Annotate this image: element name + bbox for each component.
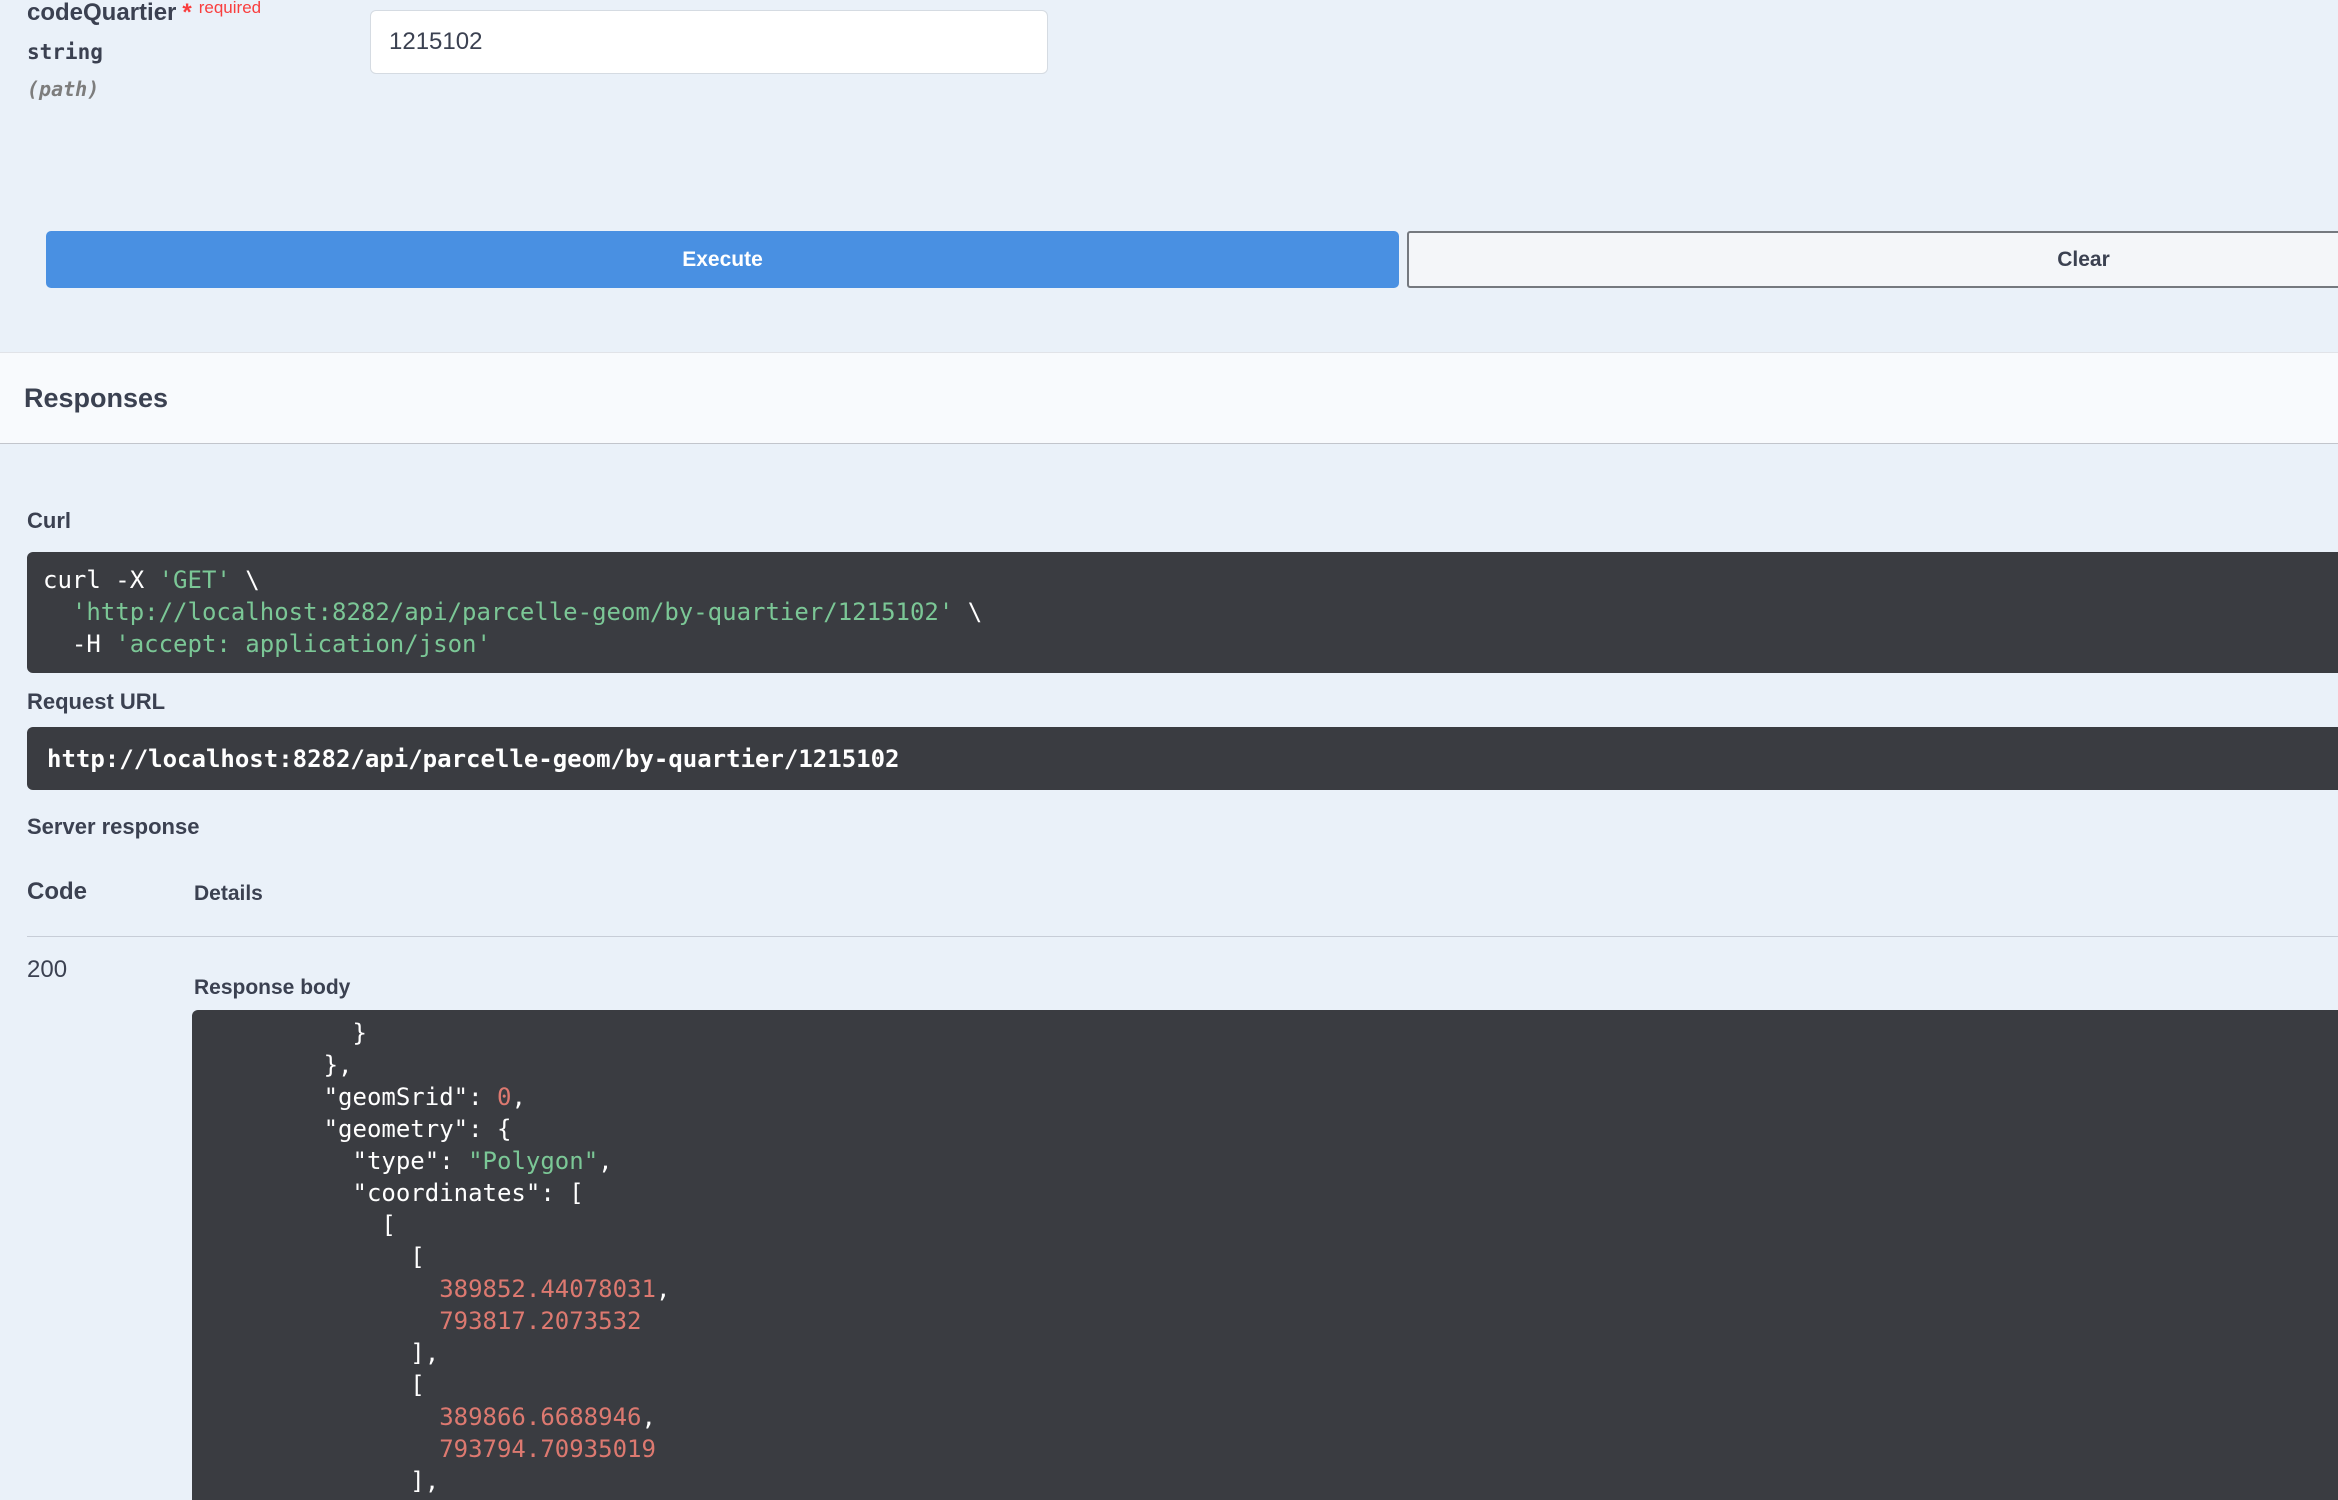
- response-status-code: 200: [27, 956, 68, 983]
- response-code-header: Code: [27, 878, 87, 905]
- swagger-operation-panel: codeQuartier* required string (path) Exec…: [0, 0, 2338, 1500]
- parameter-name: codeQuartier: [27, 0, 177, 26]
- request-url-value: http://localhost:8282/api/parcelle-geom/…: [47, 744, 900, 773]
- response-body-label: Response body: [194, 976, 351, 999]
- server-response-label: Server response: [27, 814, 200, 839]
- required-star: *: [182, 0, 192, 26]
- clear-button[interactable]: Clear: [1407, 231, 2338, 288]
- parameter-type: string: [27, 40, 103, 64]
- request-url-label: Request URL: [27, 689, 166, 714]
- execute-button[interactable]: Execute: [46, 231, 1399, 288]
- response-body-code[interactable]: } }, "geomSrid": 0, "geometry": { "type"…: [192, 1010, 2338, 1500]
- curl-code-block: curl -X 'GET' \ 'http://localhost:8282/a…: [27, 552, 2338, 673]
- code-quartier-input[interactable]: [370, 10, 1048, 74]
- responses-section-header: Responses: [0, 352, 2338, 444]
- table-header-divider: [27, 936, 2338, 937]
- curl-label: Curl: [27, 508, 71, 533]
- parameter-name-row: codeQuartier * required: [27, 0, 261, 30]
- response-details-header: Details: [194, 882, 263, 905]
- required-label: required: [198, 0, 262, 17]
- request-url-block: http://localhost:8282/api/parcelle-geom/…: [27, 727, 2338, 790]
- execute-button-label: Execute: [682, 247, 763, 271]
- parameter-location: (path): [27, 77, 100, 101]
- responses-title: Responses: [24, 382, 169, 413]
- clear-button-label: Clear: [2057, 247, 2110, 271]
